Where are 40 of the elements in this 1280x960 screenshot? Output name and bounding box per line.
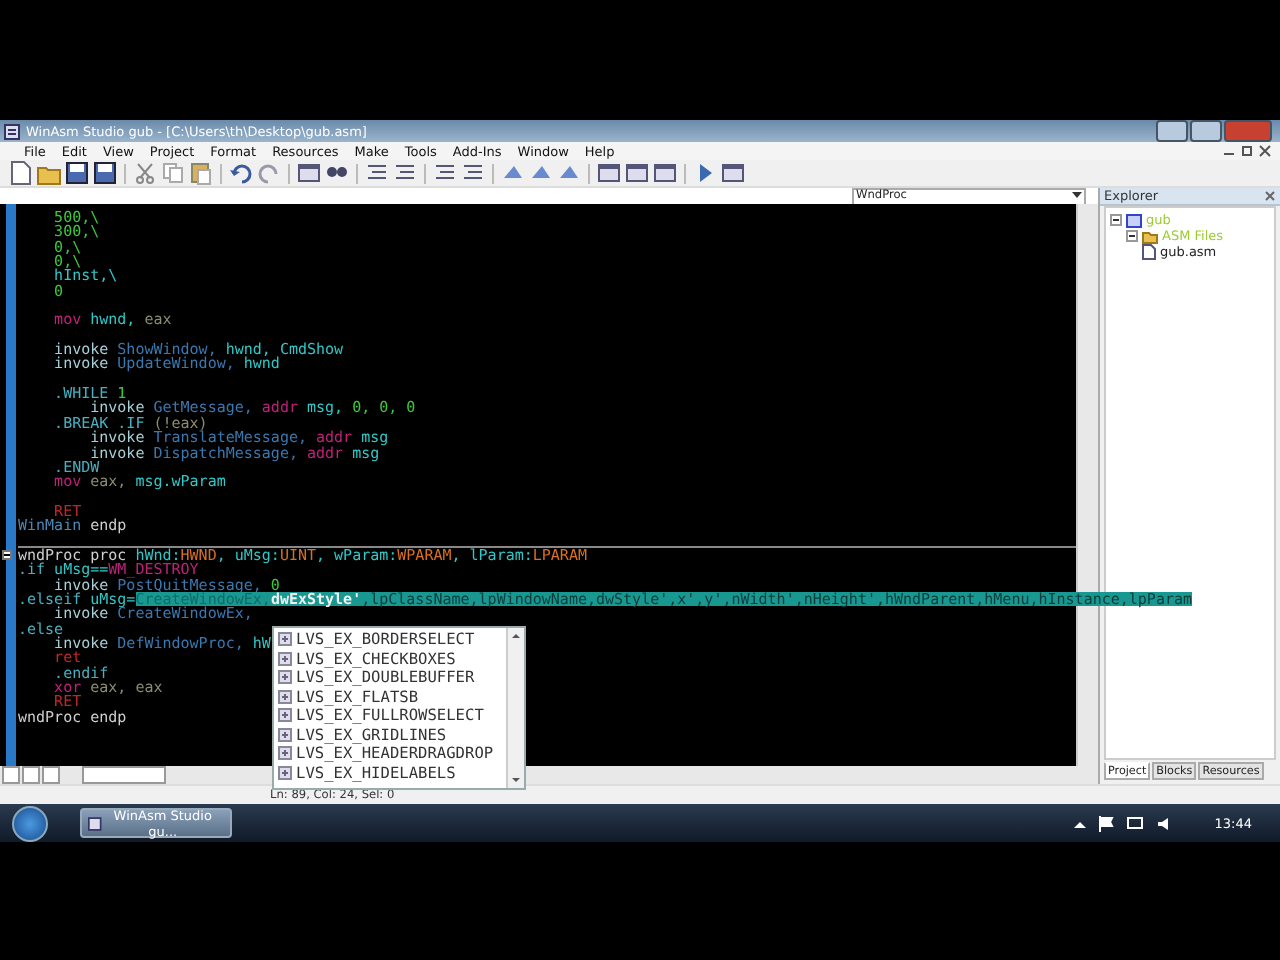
constant-icon — [278, 632, 292, 647]
constant-icon — [278, 651, 292, 666]
constant-icon — [278, 727, 292, 742]
save-icon[interactable] — [64, 160, 90, 186]
app-icon — [4, 123, 20, 139]
flag-icon[interactable] — [1098, 815, 1115, 831]
constant-icon — [278, 746, 292, 761]
close-icon[interactable] — [1264, 190, 1276, 202]
scroll-up-icon[interactable] — [508, 628, 524, 644]
scrollbar[interactable] — [82, 766, 166, 784]
constant-icon — [278, 765, 292, 780]
undo-icon[interactable] — [228, 160, 254, 186]
cut-icon[interactable] — [132, 160, 158, 186]
paste-icon[interactable] — [188, 160, 214, 186]
collapse-icon[interactable] — [2, 549, 12, 560]
file-icon — [1142, 244, 1156, 260]
project-icon — [1126, 213, 1142, 227]
constant-icon — [278, 670, 292, 685]
collapse-icon[interactable] — [1126, 230, 1138, 242]
close-icon[interactable] — [1258, 144, 1272, 158]
window-icon[interactable] — [652, 160, 678, 186]
scrollbar[interactable] — [506, 628, 524, 788]
constant-icon — [278, 689, 292, 704]
minimize-button[interactable] — [1156, 120, 1188, 142]
app-icon — [88, 815, 102, 831]
collapse-icon[interactable] — [1110, 214, 1122, 226]
window-icon[interactable] — [596, 160, 622, 186]
folder-icon — [1142, 229, 1158, 243]
scroll-down-icon[interactable] — [508, 772, 524, 788]
window-icon[interactable] — [296, 160, 322, 186]
maximize-button[interactable] — [1190, 120, 1222, 142]
chevron-icon[interactable] — [1074, 817, 1087, 829]
caret-icon[interactable] — [1072, 192, 1082, 200]
window-icon[interactable] — [720, 160, 746, 186]
restore-icon[interactable] — [1240, 144, 1254, 158]
network-icon[interactable] — [1126, 815, 1145, 831]
start-button[interactable] — [12, 805, 48, 841]
save-all-icon[interactable] — [92, 160, 118, 186]
window-icon[interactable] — [624, 160, 650, 186]
constant-icon — [278, 708, 292, 723]
